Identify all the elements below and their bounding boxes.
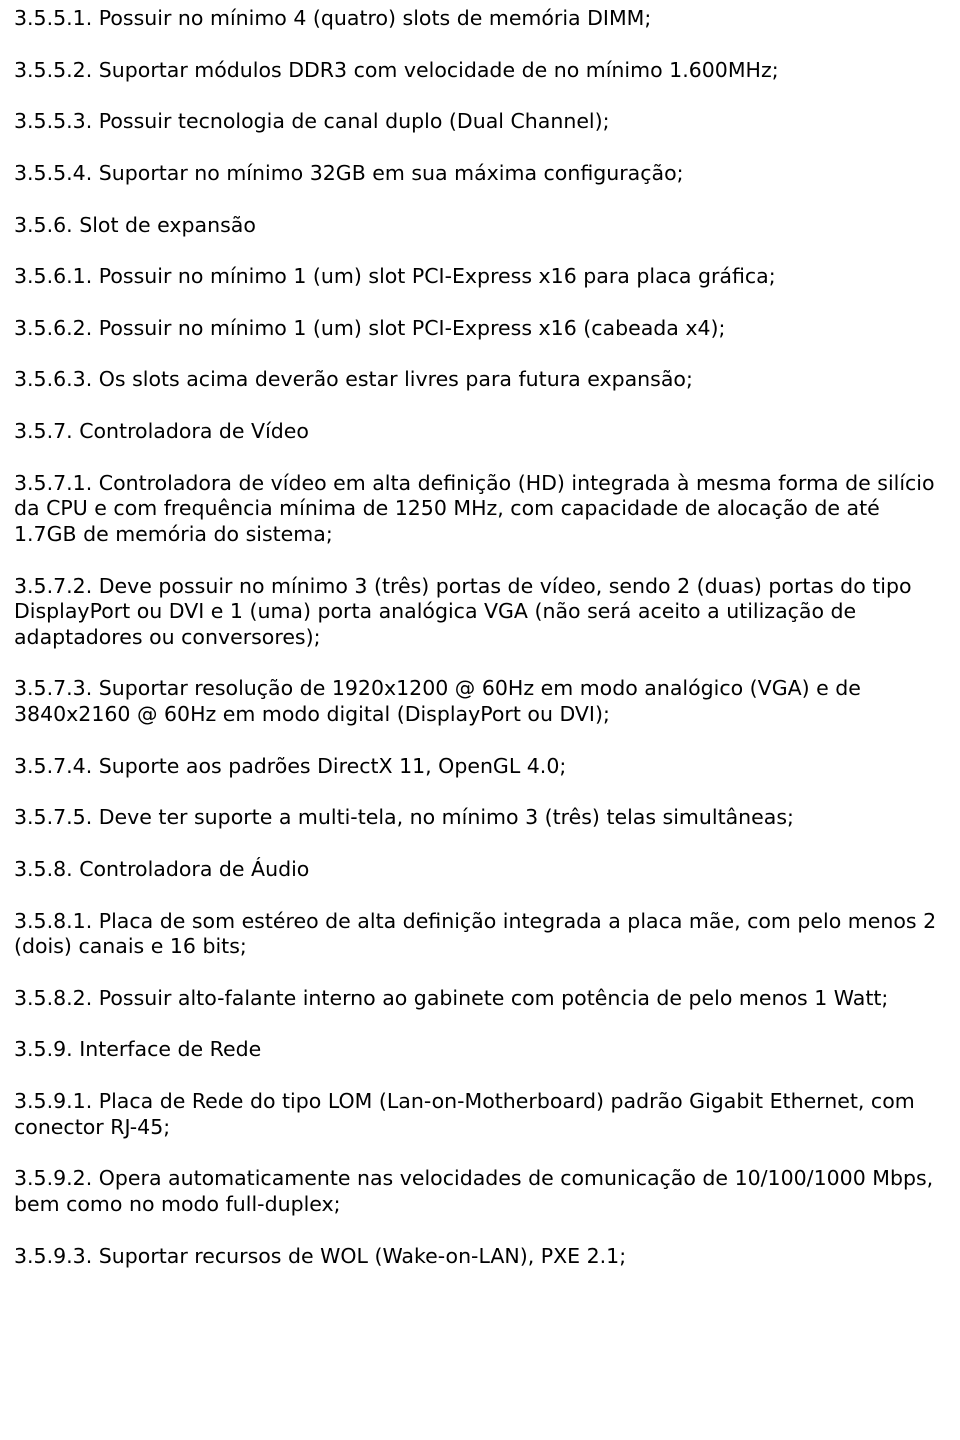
spec-heading-3-5-7: 3.5.7. Controladora de Vídeo [14, 419, 946, 445]
spec-item-3-5-9-1: 3.5.9.1. Placa de Rede do tipo LOM (Lan-… [14, 1089, 946, 1140]
spec-item-3-5-8-1: 3.5.8.1. Placa de som estéreo de alta de… [14, 909, 946, 960]
spec-item-3-5-5-1: 3.5.5.1. Possuir no mínimo 4 (quatro) sl… [14, 6, 946, 32]
spec-item-3-5-7-1: 3.5.7.1. Controladora de vídeo em alta d… [14, 471, 946, 548]
spec-item-3-5-9-2: 3.5.9.2. Opera automaticamente nas veloc… [14, 1166, 946, 1217]
spec-item-3-5-7-2: 3.5.7.2. Deve possuir no mínimo 3 (três)… [14, 574, 946, 651]
spec-heading-3-5-8: 3.5.8. Controladora de Áudio [14, 857, 946, 883]
spec-item-3-5-5-4: 3.5.5.4. Suportar no mínimo 32GB em sua … [14, 161, 946, 187]
spec-heading-3-5-9: 3.5.9. Interface de Rede [14, 1037, 946, 1063]
spec-item-3-5-7-3: 3.5.7.3. Suportar resolução de 1920x1200… [14, 676, 946, 727]
spec-heading-3-5-6: 3.5.6. Slot de expansão [14, 213, 946, 239]
spec-item-3-5-9-3: 3.5.9.3. Suportar recursos de WOL (Wake-… [14, 1244, 946, 1270]
spec-item-3-5-7-4: 3.5.7.4. Suporte aos padrões DirectX 11,… [14, 754, 946, 780]
spec-item-3-5-6-2: 3.5.6.2. Possuir no mínimo 1 (um) slot P… [14, 316, 946, 342]
spec-item-3-5-5-3: 3.5.5.3. Possuir tecnologia de canal dup… [14, 109, 946, 135]
spec-item-3-5-5-2: 3.5.5.2. Suportar módulos DDR3 com veloc… [14, 58, 946, 84]
spec-item-3-5-7-5: 3.5.7.5. Deve ter suporte a multi-tela, … [14, 805, 946, 831]
spec-item-3-5-6-1: 3.5.6.1. Possuir no mínimo 1 (um) slot P… [14, 264, 946, 290]
spec-item-3-5-6-3: 3.5.6.3. Os slots acima deverão estar li… [14, 367, 946, 393]
spec-item-3-5-8-2: 3.5.8.2. Possuir alto-falante interno ao… [14, 986, 946, 1012]
